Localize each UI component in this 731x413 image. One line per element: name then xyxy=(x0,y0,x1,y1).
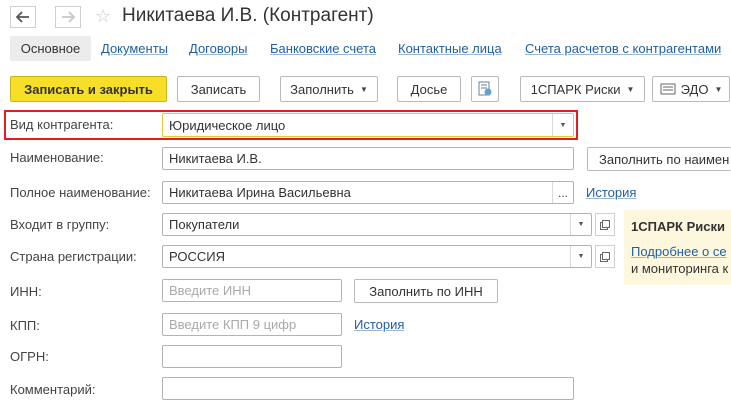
dropdown-arrow-icon[interactable]: ▼ xyxy=(570,214,591,235)
fill-by-name-button[interactable]: Заполнить по наимен xyxy=(587,147,731,171)
open-country-button[interactable] xyxy=(595,245,615,268)
save-label: Записать xyxy=(190,81,247,97)
arrow-right-icon xyxy=(62,11,75,23)
page-title: Никитаева И.В. (Контрагент) xyxy=(122,5,374,26)
history-link[interactable]: История xyxy=(586,185,636,201)
dossier-label: Досье xyxy=(410,81,448,97)
arrow-left-icon xyxy=(16,11,29,23)
country-label: Страна регистрации: xyxy=(10,249,137,264)
name-value: Никитаева И.В. xyxy=(169,151,262,166)
forward-button[interactable] xyxy=(55,6,81,28)
country-value: РОССИЯ xyxy=(169,249,226,264)
edo-icon xyxy=(660,83,676,95)
comment-label: Комментарий: xyxy=(10,382,96,397)
open-text-button[interactable]: ... xyxy=(552,182,573,203)
tab-contracts[interactable]: Договоры xyxy=(189,41,247,57)
group-select[interactable]: Покупатели ▼ xyxy=(162,213,592,236)
full-name-input[interactable]: Никитаева Ирина Васильевна ... xyxy=(162,181,574,204)
inn-input[interactable]: Введите ИНН xyxy=(162,279,342,302)
caret-down-icon: ▼ xyxy=(626,84,635,94)
full-name-label: Полное наименование: xyxy=(10,185,151,200)
comment-input[interactable] xyxy=(162,377,574,400)
kind-label: Вид контрагента: xyxy=(10,117,114,132)
inn-label: ИНН: xyxy=(10,284,42,299)
spark-panel-title: 1СПАРК Риски xyxy=(631,219,725,234)
spark-risks-button[interactable]: 1СПАРК Риски ▼ xyxy=(520,76,645,102)
kpp-history-link[interactable]: История xyxy=(354,317,404,333)
fill-label: Заполнить xyxy=(290,81,354,97)
dropdown-arrow-icon[interactable]: ▼ xyxy=(570,246,591,267)
group-value: Покупатели xyxy=(169,217,240,232)
open-icon xyxy=(600,251,610,262)
full-name-value: Никитаева Ирина Васильевна xyxy=(169,185,351,200)
dossier-button[interactable]: Досье xyxy=(397,76,461,102)
save-close-label: Записать и закрыть xyxy=(24,81,153,97)
spark-more-link[interactable]: Подробнее о се xyxy=(631,244,727,260)
edo-label: ЭДО xyxy=(680,81,709,97)
report-button[interactable] xyxy=(471,76,499,102)
caret-down-icon: ▼ xyxy=(359,84,368,94)
country-select[interactable]: РОССИЯ ▼ xyxy=(162,245,592,268)
tab-settlement-accounts[interactable]: Счета расчетов с контрагентами xyxy=(525,41,721,57)
spark-panel-text: и мониторинга к xyxy=(631,261,729,276)
tab-bank-accounts[interactable]: Банковские счета xyxy=(270,41,376,57)
kind-select[interactable]: Юридическое лицо ▼ xyxy=(162,113,574,137)
dropdown-arrow-icon[interactable]: ▼ xyxy=(552,114,573,136)
kpp-label: КПП: xyxy=(10,318,40,333)
ogrn-label: ОГРН: xyxy=(10,349,49,364)
spark-risks-label: 1СПАРК Риски xyxy=(530,81,621,97)
fill-button[interactable]: Заполнить ▼ xyxy=(280,76,378,102)
fill-by-inn-label: Заполнить по ИНН xyxy=(369,283,483,299)
tab-main[interactable]: Основное xyxy=(10,36,91,61)
tab-contact-persons[interactable]: Контактные лица xyxy=(398,41,502,57)
edo-button[interactable]: ЭДО ▼ xyxy=(652,76,730,102)
ogrn-input[interactable] xyxy=(162,345,342,368)
kind-value: Юридическое лицо xyxy=(169,117,286,133)
tab-documents[interactable]: Документы xyxy=(101,41,168,57)
spark-risks-panel: 1СПАРК Риски Подробнее о се и мониторинг… xyxy=(624,210,731,285)
group-label: Входит в группу: xyxy=(10,217,110,232)
report-icon xyxy=(478,81,492,96)
fill-by-inn-button[interactable]: Заполнить по ИНН xyxy=(354,279,498,303)
name-label: Наименование: xyxy=(10,150,104,165)
save-button[interactable]: Записать xyxy=(177,76,260,102)
star-icon[interactable]: ☆ xyxy=(95,6,111,26)
save-close-button[interactable]: Записать и закрыть xyxy=(10,76,167,102)
open-icon xyxy=(600,219,610,230)
caret-down-icon: ▼ xyxy=(714,84,723,94)
open-group-button[interactable] xyxy=(595,213,615,236)
fill-by-name-label: Заполнить по наимен xyxy=(599,151,730,167)
kpp-placeholder: Введите КПП 9 цифр xyxy=(169,317,297,332)
back-button[interactable] xyxy=(10,6,36,28)
kpp-input[interactable]: Введите КПП 9 цифр xyxy=(162,313,342,336)
name-input[interactable]: Никитаева И.В. xyxy=(162,147,574,170)
inn-placeholder: Введите ИНН xyxy=(169,283,251,298)
